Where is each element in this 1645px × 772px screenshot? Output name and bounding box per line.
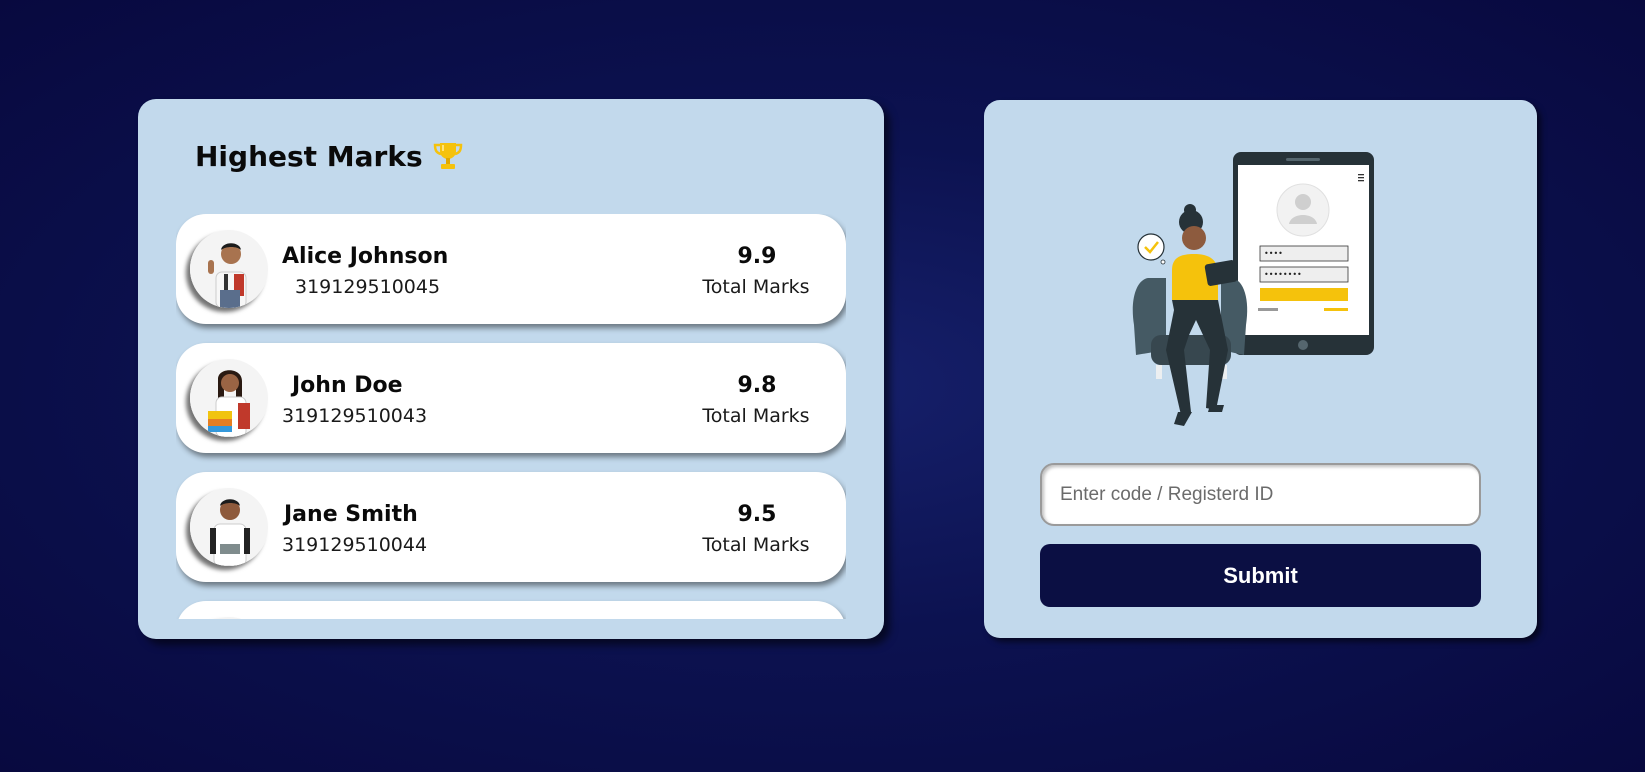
marks-label: Total Marks — [702, 534, 810, 556]
student-marks: 9.9 — [737, 244, 777, 269]
code-registered-id-input[interactable] — [1040, 463, 1481, 526]
list-item[interactable] — [176, 601, 846, 619]
student-photo — [190, 488, 268, 566]
student-id: 319129510045 — [295, 276, 441, 298]
avatar — [190, 617, 268, 619]
student-photo — [190, 230, 268, 308]
trophy-icon — [433, 143, 462, 169]
list-item[interactable]: John Doe 319129510043 9.8 Total Marks — [176, 343, 846, 453]
student-name: Alice Johnson — [282, 244, 449, 269]
student-id: 319129510044 — [282, 534, 428, 556]
marks-label: Total Marks — [702, 276, 810, 298]
submit-button[interactable]: Submit — [1040, 544, 1481, 607]
avatar — [190, 488, 268, 566]
list-item[interactable]: Alice Johnson 319129510045 9.9 Total Mar… — [176, 214, 846, 324]
person-with-tablet-login-illustration: •••• •••••••• — [1132, 152, 1374, 426]
student-id: 319129510043 — [282, 405, 428, 427]
svg-text:••••: •••• — [1264, 249, 1283, 258]
leaderboard-card: Highest Marks Alice Johnson 319129510045… — [138, 99, 884, 639]
student-marks: 9.5 — [737, 502, 777, 527]
login-card: •••• •••••••• Submit — [984, 100, 1537, 638]
student-photo — [190, 359, 268, 437]
student-photo — [190, 617, 268, 619]
student-list: Alice Johnson 319129510045 9.9 Total Mar… — [176, 214, 846, 619]
leaderboard-title: Highest Marks — [195, 139, 465, 173]
leaderboard-title-text: Highest Marks — [195, 139, 423, 173]
marks-label: Total Marks — [702, 405, 810, 427]
list-item[interactable]: Jane Smith 319129510044 9.5 Total Marks — [176, 472, 846, 582]
avatar — [190, 230, 268, 308]
student-marks: 9.8 — [737, 373, 777, 398]
student-name: Jane Smith — [284, 502, 418, 527]
svg-text:••••••••: •••••••• — [1264, 270, 1302, 279]
student-name: John Doe — [292, 373, 403, 398]
avatar — [190, 359, 268, 437]
